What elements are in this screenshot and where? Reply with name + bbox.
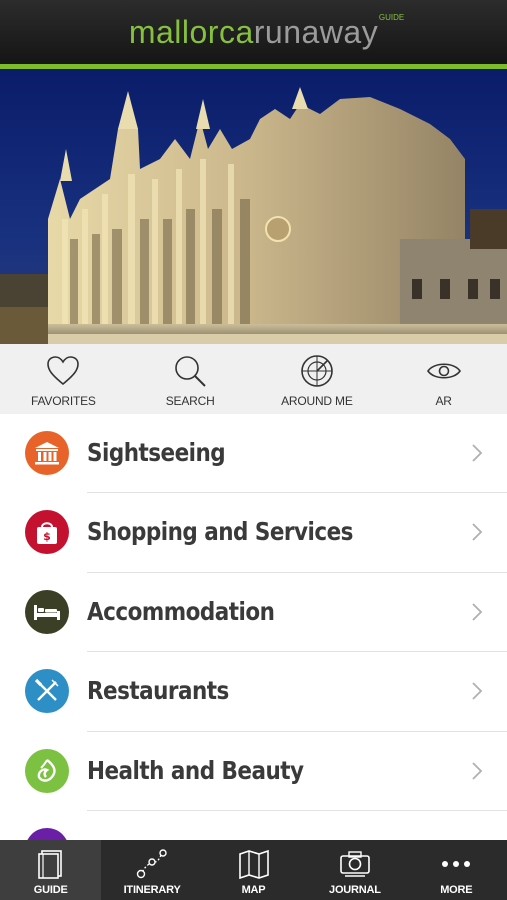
tab-map[interactable]: MAP [203, 840, 304, 900]
tab-label: ITINERARY [123, 884, 181, 896]
tab-guide[interactable]: GUIDE [0, 840, 102, 900]
tab-journal[interactable]: JOURNAL [304, 840, 405, 900]
category-row-sightseeing[interactable]: Sightseeing [0, 414, 507, 494]
logo-text-runaway: runaway [253, 14, 379, 50]
category-label: Health and Beauty [87, 755, 304, 785]
route-icon [136, 848, 168, 880]
category-label: Restaurants [87, 676, 229, 706]
category-row-shopping[interactable]: $ Shopping and Services [0, 493, 507, 573]
category-row-partial[interactable] [0, 811, 507, 840]
more-icon [440, 848, 472, 880]
eye-icon [426, 354, 462, 388]
chevron-right-icon [472, 523, 483, 542]
category-list: Sightseeing $ Shopping and Services Acco… [0, 414, 507, 840]
around-me-label: AROUND ME [281, 394, 353, 408]
tab-label: GUIDE [33, 884, 68, 896]
category-row-accommodation[interactable]: Accommodation [0, 573, 507, 653]
camera-icon [339, 848, 371, 880]
app-logo: mallorcarunaway GUIDE [128, 14, 404, 50]
tab-label: MAP [241, 884, 266, 896]
museum-icon [25, 431, 69, 475]
category-row-health-beauty[interactable]: Health and Beauty [0, 732, 507, 811]
search-button[interactable]: SEARCH [127, 344, 254, 414]
book-icon [37, 848, 64, 880]
hero-image-cathedral [0, 69, 507, 344]
radar-icon [299, 354, 335, 388]
category-icon [25, 827, 69, 840]
chevron-right-icon [472, 603, 483, 621]
chevron-right-icon [472, 444, 483, 462]
category-row-restaurants[interactable]: Restaurants [0, 652, 507, 732]
ar-label: AR [435, 394, 452, 408]
category-label: Sightseeing [87, 438, 226, 467]
map-icon [238, 848, 270, 880]
bottom-tab-bar: GUIDE ITINERARY MAP JOURNAL MORE [0, 840, 507, 900]
tab-label: MORE [440, 884, 473, 896]
cutlery-icon [25, 669, 69, 714]
search-label: SEARCH [165, 394, 215, 408]
leaf-icon [25, 748, 69, 793]
chevron-right-icon [472, 682, 483, 700]
tab-more[interactable]: MORE [406, 840, 507, 900]
bed-icon [25, 589, 69, 634]
svg-text:$: $ [43, 530, 51, 543]
tab-itinerary[interactable]: ITINERARY [101, 840, 202, 900]
ar-button[interactable]: AR [380, 344, 507, 414]
chevron-right-icon [472, 761, 483, 780]
heart-icon [45, 354, 81, 388]
category-label: Accommodation [87, 596, 275, 626]
app-header: mallorcarunaway GUIDE [0, 0, 507, 64]
quick-actions-bar: FAVORITES SEARCH AROUND ME AR [0, 344, 507, 414]
search-icon [172, 354, 208, 388]
logo-text-mallorca: mallorca [128, 14, 254, 50]
tab-label: JOURNAL [329, 884, 381, 896]
around-me-button[interactable]: AROUND ME [254, 344, 381, 414]
shopping-bag-icon: $ [25, 510, 69, 555]
favorites-label: FAVORITES [31, 394, 96, 408]
category-label: Shopping and Services [87, 517, 353, 547]
logo-tag: GUIDE [378, 13, 405, 22]
favorites-button[interactable]: FAVORITES [0, 344, 127, 414]
